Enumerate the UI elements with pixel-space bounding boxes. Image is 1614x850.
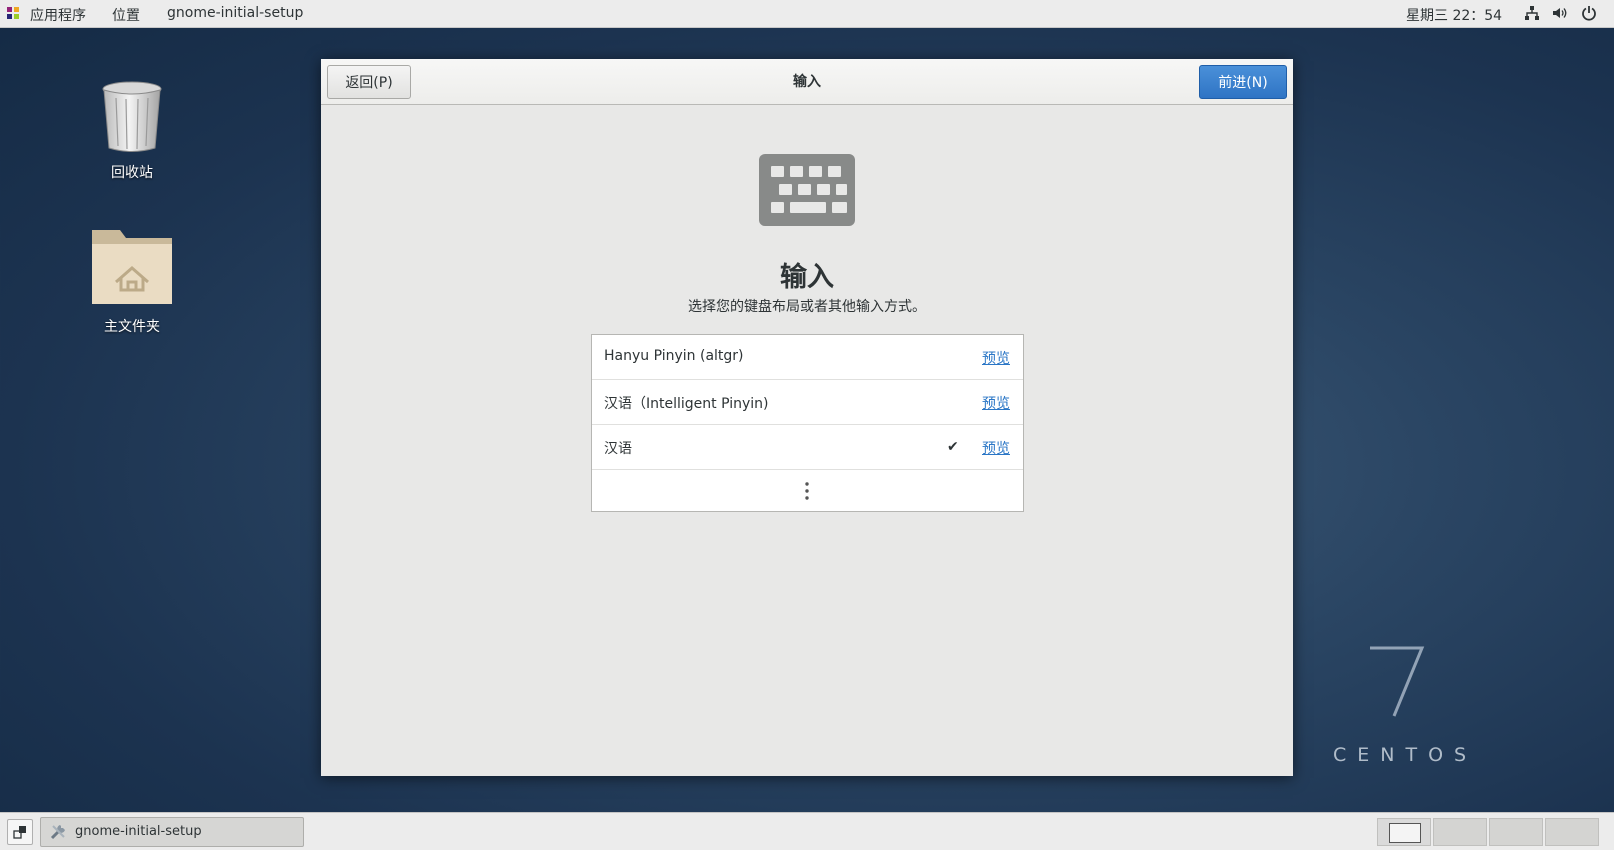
centos-wordmark: CENTOS (1333, 744, 1478, 766)
preview-link[interactable]: 预览 (982, 393, 1010, 413)
header-bar: 返回(P) 输入 前进(N) (321, 59, 1293, 105)
show-desktop-button[interactable] (7, 819, 33, 845)
power-icon[interactable] (1581, 5, 1597, 21)
desktop-icon-label: 主文件夹 (104, 319, 160, 335)
page-subtitle: 选择您的键盘布局或者其他输入方式。 (688, 299, 926, 315)
input-source-name: Hanyu Pinyin (altgr) (604, 348, 744, 364)
more-vertical-icon (805, 482, 809, 500)
input-source-list: Hanyu Pinyin (altgr) 预览 汉语（Intelligent P… (591, 334, 1024, 512)
window-title: 输入 (793, 74, 821, 90)
page-heading: 输入 (780, 262, 834, 293)
keyboard-icon (759, 154, 855, 226)
workspace-4[interactable] (1545, 818, 1599, 846)
initial-setup-window: 返回(P) 输入 前进(N) 输入 选择您的键盘布局或者其他输入方式。 Hany… (321, 59, 1293, 776)
volume-icon[interactable] (1551, 5, 1567, 21)
clock[interactable]: 星期三 22：54 (1406, 5, 1502, 25)
applications-menu[interactable]: 应用程序 (30, 5, 86, 25)
workspace-1[interactable] (1377, 818, 1431, 846)
desktop-icon-trash[interactable]: 回收站 (72, 80, 192, 182)
input-source-row[interactable]: 汉语 ✔ 预览 (592, 425, 1023, 470)
workspace-2[interactable] (1433, 818, 1487, 846)
top-panel: 应用程序 位置 gnome-initial-setup 星期三 22：54 (0, 0, 1614, 28)
applications-logo-icon (7, 7, 19, 19)
more-sources-button[interactable] (592, 470, 1023, 510)
places-menu[interactable]: 位置 (112, 5, 140, 25)
desktop-icon-label: 回收站 (111, 165, 153, 181)
desktop-icon-home[interactable]: 主文件夹 (72, 226, 192, 336)
input-source-row[interactable]: 汉语（Intelligent Pinyin) 预览 (592, 380, 1023, 425)
setup-tools-icon (50, 825, 65, 840)
input-source-name: 汉语 (604, 441, 632, 457)
show-desktop-icon (13, 826, 26, 839)
taskbar-window-label: gnome-initial-setup (75, 824, 202, 839)
taskbar-window-button[interactable]: gnome-initial-setup (40, 817, 304, 847)
active-app-menu[interactable]: gnome-initial-setup (167, 5, 303, 21)
workspace-3[interactable] (1489, 818, 1543, 846)
bottom-panel: gnome-initial-setup (0, 812, 1614, 850)
home-folder-icon (92, 230, 172, 304)
preview-link[interactable]: 预览 (982, 438, 1010, 458)
trash-icon (102, 81, 162, 152)
next-button[interactable]: 前进(N) (1199, 65, 1287, 99)
preview-link[interactable]: 预览 (982, 348, 1010, 368)
checkmark-icon: ✔ (947, 439, 959, 455)
input-source-row[interactable]: Hanyu Pinyin (altgr) 预览 (592, 335, 1023, 380)
input-source-name: 汉语（Intelligent Pinyin) (604, 396, 769, 412)
centos-version-mark (1370, 646, 1425, 717)
network-icon[interactable] (1524, 5, 1540, 21)
